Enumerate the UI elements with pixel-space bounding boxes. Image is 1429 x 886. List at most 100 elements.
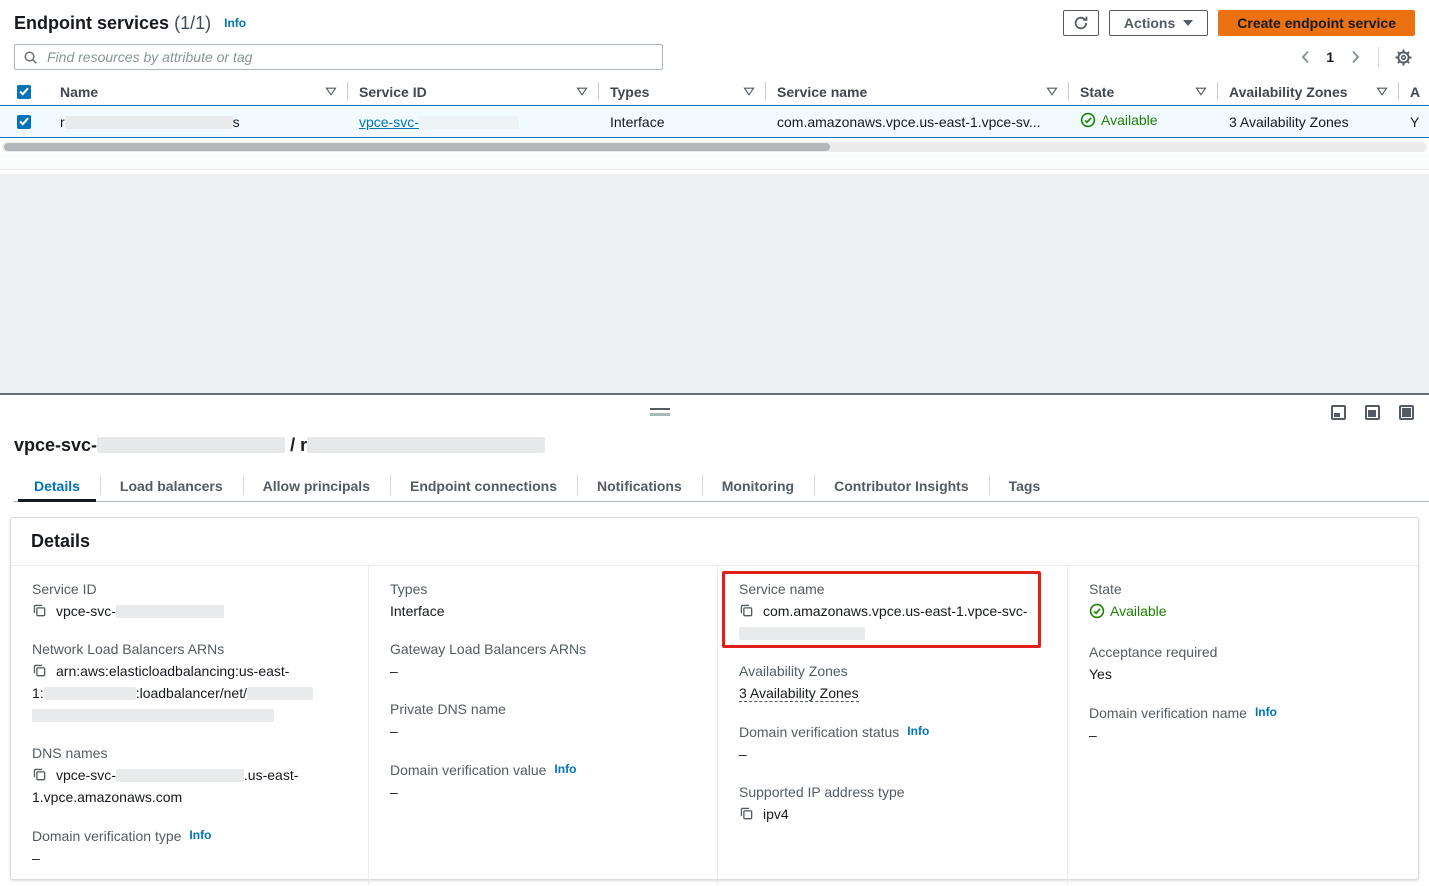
column-divider (1068, 82, 1069, 100)
redacted-text (739, 627, 865, 640)
next-page-button[interactable] (1344, 46, 1366, 68)
field-state: State Available (1089, 578, 1400, 625)
panel-title: vpce-svc- / r (14, 435, 1429, 456)
state-text: Available (1110, 600, 1167, 622)
filter-icon[interactable] (576, 87, 588, 96)
tab-bar: Details Load balancers Allow principals … (14, 470, 1429, 502)
column-header-label: Service ID (359, 84, 427, 100)
row-checkbox[interactable] (17, 115, 31, 129)
info-link[interactable]: Info (189, 828, 211, 842)
settings-button[interactable] (1391, 45, 1415, 69)
column-header-service-name[interactable]: Service name (765, 78, 1068, 105)
info-link[interactable]: Info (554, 762, 576, 776)
nlb-arn-account-prefix: 1: (32, 685, 44, 701)
column-header-types[interactable]: Types (598, 78, 765, 105)
field-value: Yes (1089, 663, 1400, 685)
column-header-state[interactable]: State (1068, 78, 1217, 105)
nlb-arn-path: :loadbalancer/net/ (136, 685, 247, 701)
field-domain-verification-type: Domain verification typeInfo – (32, 824, 350, 869)
copy-icon[interactable] (32, 603, 47, 618)
table-row[interactable]: rs vpce-svc- Interface com.amazonaws.vpc… (0, 105, 1429, 138)
copy-icon[interactable] (32, 767, 47, 782)
page-title-text: Endpoint services (14, 13, 169, 33)
current-page-number[interactable]: 1 (1322, 49, 1338, 65)
scrollbar-thumb[interactable] (4, 143, 830, 151)
filter-icon[interactable] (1046, 87, 1058, 96)
details-column-3: Service name com.amazonaws.vpce.us-east-… (717, 566, 1067, 885)
panel-size-small-icon[interactable] (1331, 405, 1346, 420)
tab-endpoint-connections[interactable]: Endpoint connections (390, 470, 577, 501)
field-domain-verification-name: Domain verification nameInfo – (1089, 701, 1400, 746)
field-label: Private DNS name (390, 698, 699, 720)
split-panel-drag-handle[interactable] (650, 408, 670, 416)
cell-acceptance: Y (1398, 114, 1429, 130)
service-id-value-prefix: vpce-svc- (56, 603, 116, 619)
tab-details[interactable]: Details (14, 470, 100, 501)
tab-tags[interactable]: Tags (989, 470, 1061, 501)
cell-availability-zones: 3 Availability Zones (1217, 114, 1398, 130)
column-divider (1398, 82, 1399, 100)
filter-icon[interactable] (743, 87, 755, 96)
field-label: Supported IP address type (739, 781, 1049, 803)
redacted-text (307, 437, 545, 453)
column-header-name[interactable]: Name (48, 78, 347, 105)
column-header-acceptance[interactable]: A (1398, 78, 1429, 105)
field-domain-verification-status: Domain verification statusInfo – (739, 720, 1049, 765)
actions-button[interactable]: Actions (1109, 10, 1208, 36)
field-label: Availability Zones (739, 660, 1049, 682)
field-service-id: Service ID vpce-svc- (32, 578, 350, 622)
column-header-label: Availability Zones (1229, 84, 1348, 100)
check-circle-icon (1080, 112, 1096, 128)
tab-allow-principals[interactable]: Allow principals (243, 470, 390, 501)
redacted-text (419, 116, 519, 129)
details-column-4: State Available Acceptance required Yes (1067, 566, 1418, 885)
table-header-row: Name Service ID Types (0, 78, 1429, 105)
cell-state: Available (1068, 112, 1217, 131)
chevron-down-icon (1183, 20, 1193, 26)
field-value: Interface (390, 600, 699, 622)
refresh-button[interactable] (1063, 10, 1099, 36)
state-text: Available (1101, 112, 1158, 128)
gear-icon (1394, 48, 1413, 67)
panel-size-large-icon[interactable] (1399, 405, 1414, 420)
tab-load-balancers[interactable]: Load balancers (100, 470, 243, 501)
dns-name-prefix: vpce-svc- (56, 767, 116, 783)
previous-page-button[interactable] (1294, 46, 1316, 68)
details-column-2: Types Interface Gateway Load Balancers A… (368, 566, 717, 885)
column-header-availability-zones[interactable]: Availability Zones (1217, 78, 1398, 105)
select-all-checkbox[interactable] (17, 85, 31, 99)
tab-contributor-insights[interactable]: Contributor Insights (814, 470, 989, 501)
search-input[interactable] (45, 48, 654, 66)
field-label: Gateway Load Balancers ARNs (390, 638, 699, 660)
panel-size-controls (1331, 405, 1414, 420)
create-endpoint-service-button[interactable]: Create endpoint service (1218, 10, 1415, 36)
info-link[interactable]: Info (224, 16, 246, 30)
panel-size-medium-icon[interactable] (1365, 405, 1380, 420)
actions-button-label: Actions (1124, 15, 1175, 31)
filter-icon[interactable] (1195, 87, 1207, 96)
filter-icon[interactable] (325, 87, 337, 96)
cell-service-id: vpce-svc- (347, 114, 598, 130)
availability-zones-link[interactable]: 3 Availability Zones (1229, 114, 1349, 130)
redacted-text (65, 116, 233, 129)
copy-icon[interactable] (32, 663, 47, 678)
column-header-service-id[interactable]: Service ID (347, 78, 598, 105)
column-header-label: Name (60, 84, 98, 100)
column-divider (1217, 82, 1218, 100)
scrollbar-track[interactable] (2, 142, 1427, 152)
field-private-dns-name: Private DNS name – (390, 698, 699, 742)
copy-icon[interactable] (739, 806, 754, 821)
service-id-link[interactable]: vpce-svc- (359, 114, 519, 130)
info-link[interactable]: Info (1255, 705, 1277, 719)
refresh-icon (1073, 15, 1089, 31)
panel-title-prefix: vpce-svc- (14, 435, 97, 455)
tab-notifications[interactable]: Notifications (577, 470, 702, 501)
availability-zones-link[interactable]: 3 Availability Zones (739, 685, 859, 702)
info-link[interactable]: Info (907, 724, 929, 738)
copy-icon[interactable] (739, 603, 754, 618)
redacted-text (32, 709, 274, 722)
field-label: DNS names (32, 742, 350, 764)
field-domain-verification-value: Domain verification valueInfo – (390, 758, 699, 803)
tab-monitoring[interactable]: Monitoring (702, 470, 814, 501)
filter-icon[interactable] (1376, 87, 1388, 96)
